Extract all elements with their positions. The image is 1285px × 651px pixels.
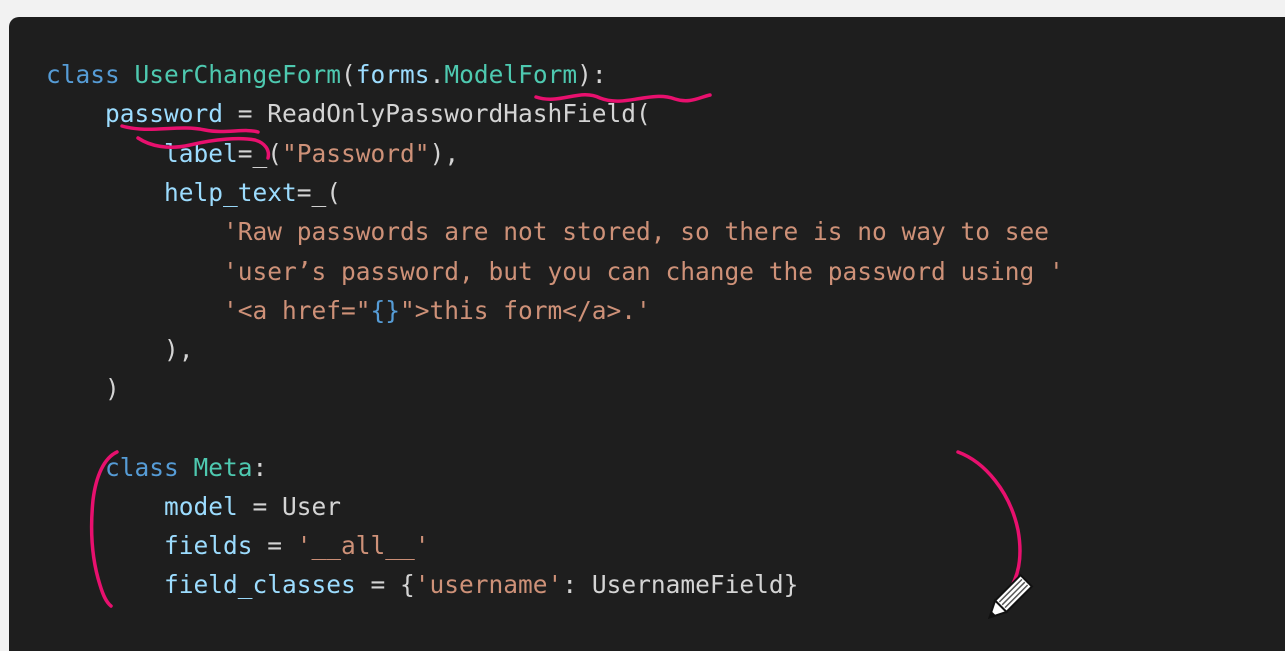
code-line: 'user’s password, but you can change the… — [46, 257, 1064, 287]
code-line: field_classes = {'username': UsernameFie… — [46, 570, 798, 600]
code-line: '<a href="{}">this form</a>.' — [46, 296, 651, 326]
code-line: help_text=_( — [46, 178, 341, 208]
code-line: model = User — [46, 492, 341, 522]
code-token: forms — [355, 60, 430, 89]
code-token: Meta — [193, 453, 253, 482]
code-token: fields — [164, 531, 253, 560]
code-line: ), — [46, 335, 194, 365]
code-line: class UserChangeForm(forms.ModelForm): — [46, 60, 607, 90]
code-token: 'Raw passwords are not stored, so there … — [223, 217, 1050, 246]
code-editor-panel[interactable]: class UserChangeForm(forms.ModelForm): p… — [9, 17, 1285, 651]
code-token: =_( — [237, 139, 283, 168]
code-token: . — [429, 60, 445, 89]
code-token: =_( — [296, 178, 342, 207]
code-line: fields = '__all__' — [46, 531, 430, 561]
code-token: 'user’s password, but you can change the… — [223, 257, 1064, 286]
code-token: ) — [46, 374, 120, 403]
code-token: password — [105, 99, 224, 128]
code-line: class Meta: — [46, 453, 267, 483]
code-token: help_text — [164, 178, 297, 207]
code-token: class — [105, 453, 194, 482]
code-token: : UsernameField} — [562, 570, 799, 599]
code-token: {} — [370, 296, 401, 325]
code-token: 'username' — [414, 570, 563, 599]
code-line: password = ReadOnlyPasswordHashField( — [46, 99, 651, 129]
code-token: ), — [46, 335, 194, 364]
code-token: UserChangeForm — [134, 60, 342, 89]
code-token: = — [252, 531, 297, 560]
code-token: '__all__' — [296, 531, 430, 560]
code-token: ( — [341, 60, 356, 89]
code-token: ModelForm — [444, 60, 578, 89]
code-token: '<a href=" — [223, 296, 371, 325]
code-token: label — [164, 139, 238, 168]
code-token: ): — [577, 60, 607, 89]
code-line: label=_("Password"), — [46, 139, 459, 169]
code-token: ), — [429, 139, 460, 168]
code-token: field_classes — [164, 570, 356, 599]
pencil-icon — [987, 573, 1034, 620]
code-token: : — [252, 453, 268, 482]
code-token: = User — [237, 492, 342, 521]
code-token: = ReadOnlyPasswordHashField( — [223, 99, 651, 128]
code-token: model — [164, 492, 238, 521]
code-token: class — [46, 60, 135, 89]
code-token: "Password" — [282, 139, 430, 168]
code-token: ">this form</a>.' — [400, 296, 651, 325]
screen: class UserChangeForm(forms.ModelForm): p… — [0, 0, 1285, 651]
code-token: = { — [355, 570, 415, 599]
code-line: 'Raw passwords are not stored, so there … — [46, 217, 1049, 247]
code-line: ) — [46, 374, 120, 404]
